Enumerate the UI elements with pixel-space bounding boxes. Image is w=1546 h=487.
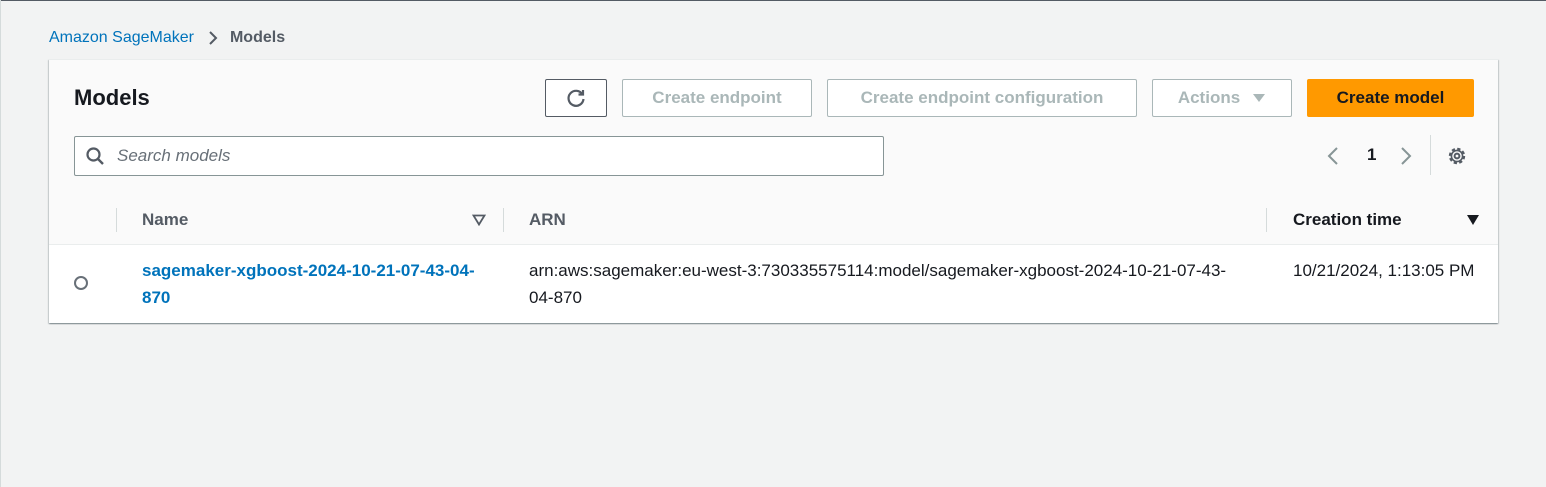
models-panel: Models Create endpoint Create endpoint c…	[49, 59, 1498, 323]
page-number[interactable]: 1	[1367, 145, 1376, 165]
column-divider	[116, 208, 117, 232]
divider	[1430, 135, 1431, 175]
sort-descending-icon[interactable]	[1466, 213, 1480, 231]
column-divider	[503, 208, 504, 232]
search-input[interactable]	[115, 145, 859, 167]
actions-label: Actions	[1177, 88, 1241, 107]
breadcrumb-current: Models	[229, 29, 286, 46]
caret-down-icon	[1252, 93, 1266, 103]
column-header-arn[interactable]: ARN	[529, 210, 566, 230]
sort-icon[interactable]	[471, 213, 487, 231]
create-endpoint-button[interactable]: Create endpoint	[622, 79, 812, 117]
actions-dropdown-button[interactable]: Actions	[1152, 79, 1292, 117]
window-top-border	[0, 0, 1546, 1]
chevron-right-icon	[208, 30, 218, 46]
model-name-link[interactable]: sagemaker-xgboost-2024-10-21-07-43-04-87…	[142, 257, 487, 311]
model-arn: arn:aws:sagemaker:eu-west-3:730335575114…	[529, 261, 1227, 307]
window-left-border	[0, 0, 1, 487]
refresh-button[interactable]	[545, 79, 607, 117]
chevron-left-icon[interactable]	[1327, 146, 1339, 171]
refresh-icon	[565, 87, 587, 109]
search-field[interactable]	[74, 136, 884, 176]
table-header: Name ARN Creation time	[49, 196, 1498, 245]
gear-icon[interactable]	[1445, 144, 1469, 173]
create-endpoint-configuration-button[interactable]: Create endpoint configuration	[827, 79, 1137, 117]
breadcrumb: Amazon SageMaker Models	[49, 28, 285, 48]
panel-header: Models Create endpoint Create endpoint c…	[49, 60, 1498, 197]
table-row[interactable]: sagemaker-xgboost-2024-10-21-07-43-04-87…	[49, 245, 1498, 323]
column-header-name[interactable]: Name	[142, 210, 188, 230]
create-model-button[interactable]: Create model	[1307, 79, 1474, 117]
search-icon	[85, 146, 105, 166]
column-divider	[1266, 208, 1267, 232]
breadcrumb-link-sagemaker[interactable]: Amazon SageMaker	[49, 29, 194, 47]
row-select-radio[interactable]	[74, 276, 88, 290]
model-creation-time: 10/21/2024, 1:13:05 PM	[1293, 261, 1475, 280]
page-title: Models	[74, 85, 150, 110]
chevron-right-icon[interactable]	[1400, 146, 1412, 171]
column-header-creation-time[interactable]: Creation time	[1293, 210, 1402, 230]
